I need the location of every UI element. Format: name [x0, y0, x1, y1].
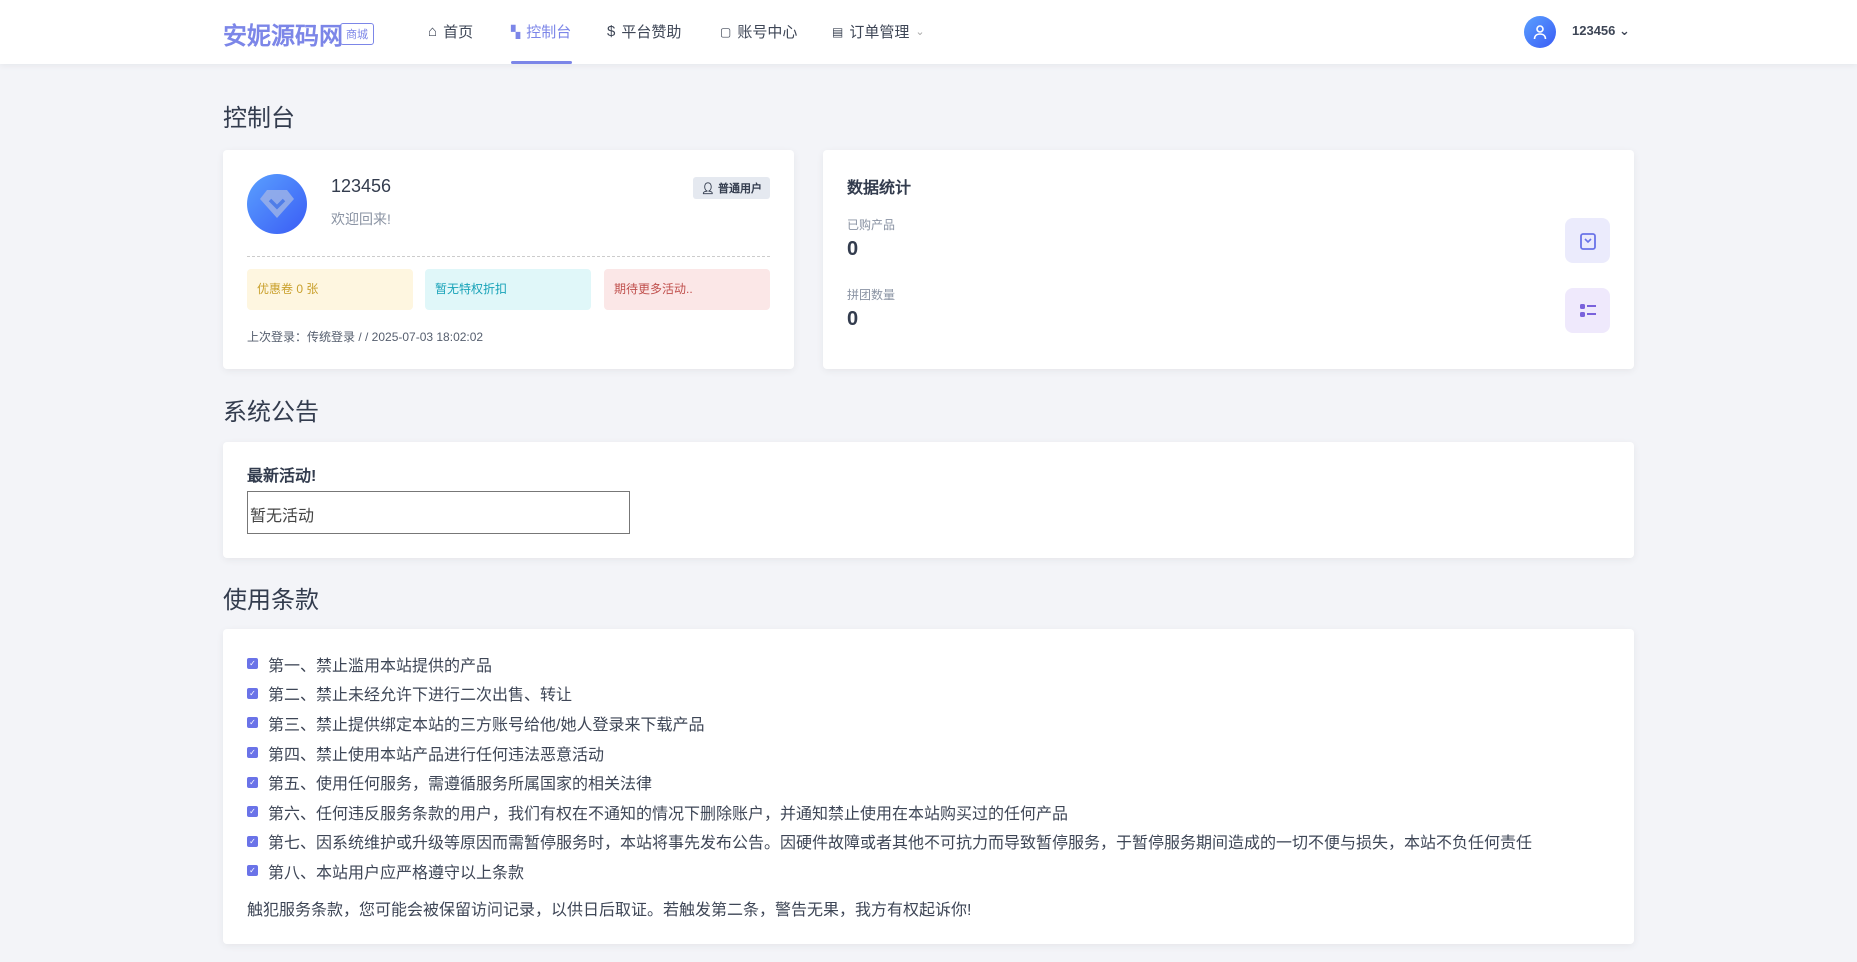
user-menu[interactable]: 123456 ⌄: [1572, 23, 1630, 39]
term-text: 第二、禁止未经允许下进行二次出售、转让: [268, 681, 572, 705]
home-icon: ⌂: [428, 23, 437, 40]
group-value: 0: [847, 308, 858, 331]
user-icon: [1532, 24, 1548, 40]
term-item: ✓ 第六、任何违反服务条款的用户，我们有权在不通知的情况下删除账户，并通知禁止使用…: [247, 797, 1610, 827]
nav-label: 订单管理: [849, 21, 909, 42]
checkbox-checked-icon: ✓: [247, 717, 258, 728]
active-tab-indicator: [511, 61, 572, 64]
nav-home[interactable]: ⌂ 首页: [428, 21, 473, 42]
terms-card: ✓ 第一、禁止滥用本站提供的产品 ✓ 第二、禁止未经允许下进行二次出售、转让 ✓ 第三、禁…: [223, 629, 1634, 944]
divider: [247, 256, 770, 257]
checkbox-checked-icon: ✓: [247, 747, 258, 758]
term-text: 第六、任何违反服务条款的用户，我们有权在不通知的情况下删除账户，并通知禁止使用在…: [268, 800, 1068, 824]
stats-title: 数据统计: [847, 174, 911, 198]
checkbox-checked-icon: ✓: [247, 806, 258, 817]
nav-orders[interactable]: ▤ 订单管理 ⌄: [832, 21, 925, 42]
nav-label: 平台赞助: [621, 21, 681, 42]
term-item: ✓ 第四、禁止使用本站产品进行任何违法恶意活动: [247, 738, 1610, 768]
role-label: 普通用户: [718, 183, 762, 195]
shopping-bag-icon: [1565, 218, 1610, 263]
user-icon: 👤︎: [701, 183, 715, 195]
purchased-label: 已购产品: [847, 216, 895, 233]
page-title: 控制台: [223, 98, 295, 133]
term-text: 第三、禁止提供绑定本站的三方账号给他/她人登录来下载产品: [268, 711, 704, 735]
checklist-icon: [1565, 288, 1610, 333]
terms-list: ✓ 第一、禁止滥用本站提供的产品 ✓ 第二、禁止未经允许下进行二次出售、转让 ✓ 第三、禁…: [247, 649, 1610, 886]
username: 123456: [1572, 23, 1615, 38]
welcome-text: 欢迎回来!: [331, 209, 391, 229]
discount-tile[interactable]: 暂无特权折扣: [425, 269, 591, 310]
coupon-tile[interactable]: 优惠卷 0 张: [247, 269, 413, 310]
checkbox-checked-icon: ✓: [247, 688, 258, 699]
activity-tile[interactable]: 期待更多活动..: [604, 269, 770, 310]
checkbox-checked-icon: ✓: [247, 865, 258, 876]
shop-badge: 商城: [340, 23, 374, 45]
term-text: 第七、因系统维护或升级等原因而需暂停服务时，本站将事先发布公告。因硬件故障或者其…: [268, 829, 1532, 853]
term-item: ✓ 第一、禁止滥用本站提供的产品: [247, 649, 1610, 679]
avatar: [247, 174, 307, 234]
checkbox-checked-icon: ✓: [247, 777, 258, 788]
chevron-down-icon: ⌄: [1619, 23, 1630, 38]
nav-dashboard[interactable]: ▚ 控制台: [511, 21, 571, 42]
term-item: ✓ 第七、因系统维护或升级等原因而需暂停服务时，本站将事先发布公告。因硬件故障或者…: [247, 827, 1610, 857]
term-text: 第五、使用任何服务，需遵循服务所属国家的相关法律: [268, 770, 652, 794]
nav-label: 控制台: [526, 21, 571, 42]
term-item: ✓ 第二、禁止未经允许下进行二次出售、转让: [247, 679, 1610, 709]
terms-section-title: 使用条款: [223, 580, 319, 615]
chevron-down-icon: ⌄: [915, 25, 924, 38]
notice-heading: 最新活动!: [247, 462, 316, 486]
profile-username: 123456: [331, 176, 391, 197]
nav-label: 首页: [443, 21, 473, 42]
role-badge: 👤︎ 普通用户: [693, 177, 770, 199]
notice-content: 暂无活动: [247, 491, 630, 534]
nav-account[interactable]: ▢ 账号中心: [720, 21, 797, 42]
dashboard-icon: ▚: [511, 25, 520, 39]
hand-coin-icon: $: [607, 23, 615, 40]
checkbox-checked-icon: ✓: [247, 836, 258, 847]
purchased-value: 0: [847, 238, 858, 261]
notice-section-title: 系统公告: [223, 392, 319, 427]
term-text: 第一、禁止滥用本站提供的产品: [268, 652, 492, 676]
stats-card: 数据统计 已购产品 0 拼团数量 0: [823, 150, 1634, 369]
group-label: 拼团数量: [847, 286, 895, 303]
document-icon: ▤: [832, 25, 843, 39]
top-nav: 安妮源码网 商城 ⌂ 首页 ▚ 控制台 $ 平台赞助 ▢ 账号中心 ▤ 订单管理 ⌄ 123…: [0, 0, 1857, 64]
user-avatar[interactable]: [1524, 16, 1556, 48]
notice-card: 最新活动! 暂无活动: [223, 442, 1634, 558]
term-text: 第四、禁止使用本站产品进行任何违法恶意活动: [268, 741, 604, 765]
profile-card: 123456 欢迎回来! 👤︎ 普通用户 优惠卷 0 张 暂无特权折扣 期待更多…: [223, 150, 794, 369]
terms-footer: 触犯服务条款，您可能会被保留访问记录，以供日后取证。若触发第二条，警告无果，我方…: [247, 896, 1610, 920]
term-item: ✓ 第八、本站用户应严格遵守以上条款: [247, 856, 1610, 886]
last-login: 上次登录：传统登录 / / 2025-07-03 18:02:02: [247, 328, 483, 345]
term-text: 第八、本站用户应严格遵守以上条款: [268, 859, 524, 883]
nav-sponsor[interactable]: $ 平台赞助: [607, 21, 681, 42]
term-item: ✓ 第五、使用任何服务，需遵循服务所属国家的相关法律: [247, 767, 1610, 797]
diamond-icon: [259, 188, 295, 220]
user-badge-icon: ▢: [720, 25, 731, 39]
term-item: ✓ 第三、禁止提供绑定本站的三方账号给他/她人登录来下载产品: [247, 708, 1610, 738]
checkbox-checked-icon: ✓: [247, 658, 258, 669]
nav-label: 账号中心: [737, 21, 797, 42]
logo[interactable]: 安妮源码网: [223, 16, 343, 51]
